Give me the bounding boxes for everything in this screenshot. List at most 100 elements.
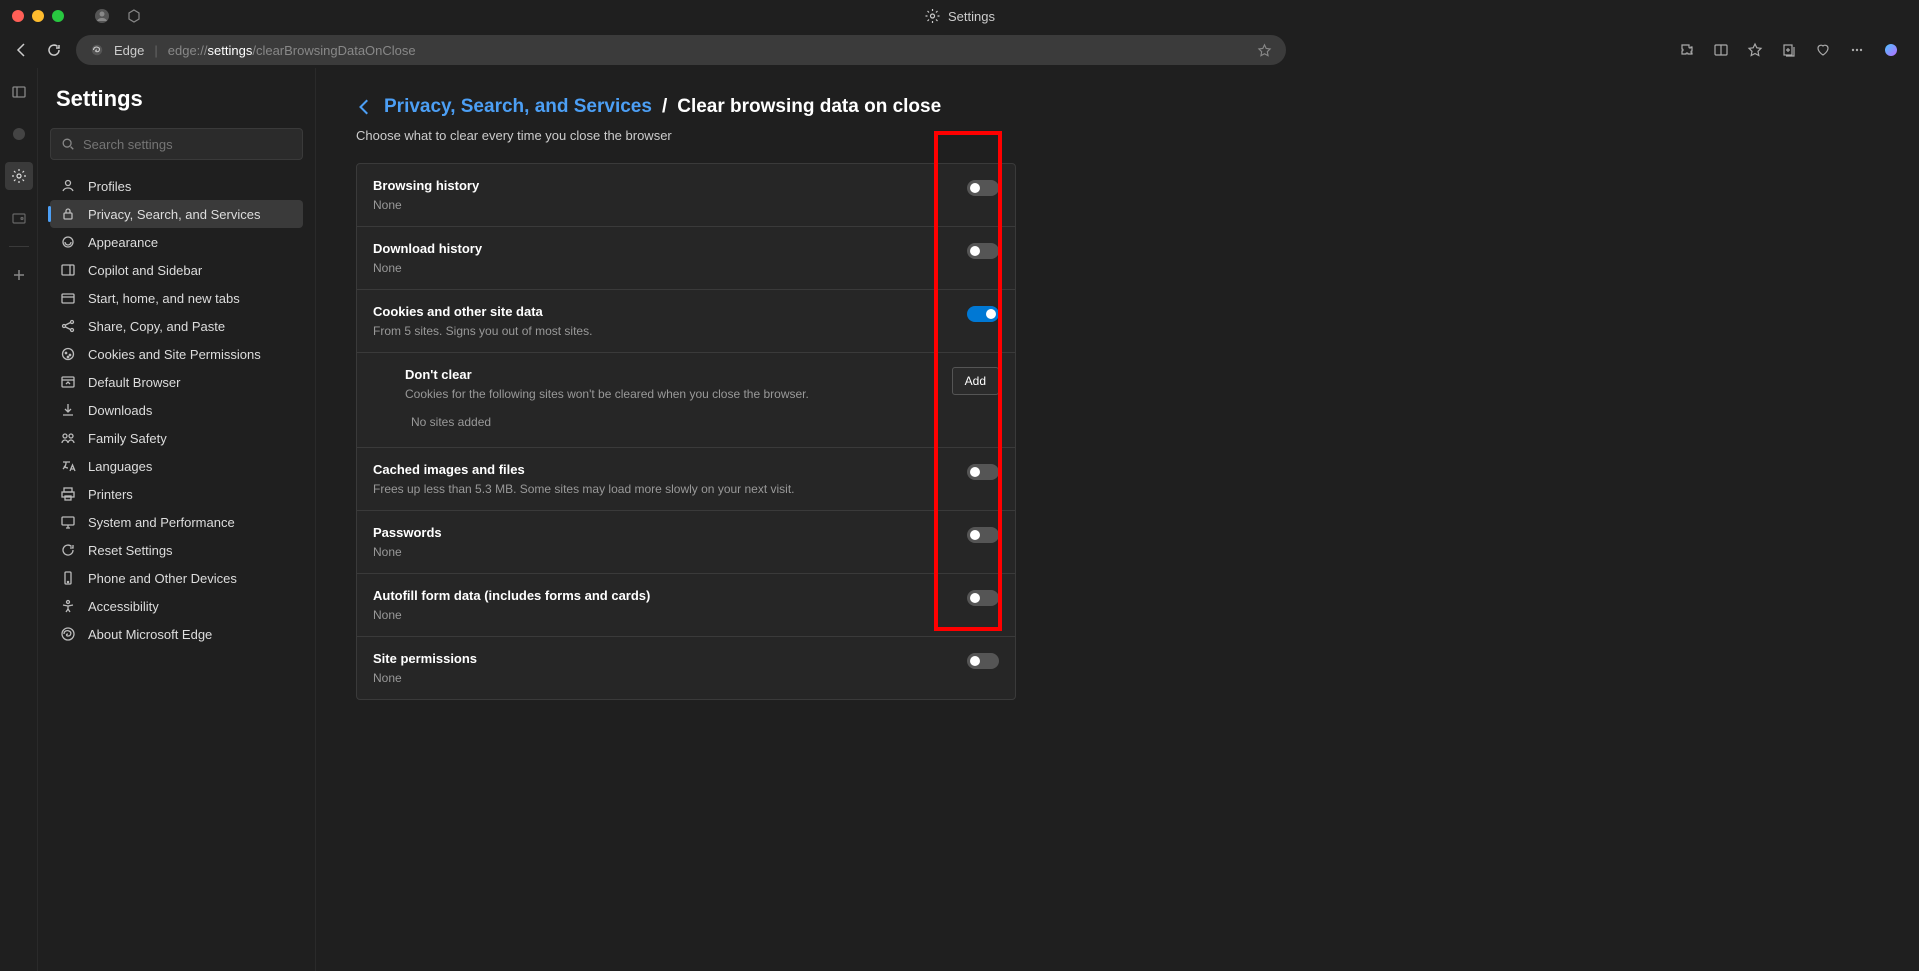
rail-settings-icon[interactable] (5, 162, 33, 190)
rail-wallet-icon[interactable] (5, 204, 33, 232)
split-screen-icon[interactable] (1713, 42, 1729, 58)
tabs-icon (60, 290, 76, 306)
main-content: Privacy, Search, and Services / Clear br… (316, 68, 1919, 971)
address-bar[interactable]: Edge | edge://settings/clearBrowsingData… (76, 35, 1286, 65)
sidebar-item-label: Family Safety (88, 431, 167, 446)
sidebar-item-languages[interactable]: Languages (50, 452, 303, 480)
addressbar-divider: | (154, 43, 157, 58)
copilot-icon[interactable] (1883, 42, 1899, 58)
sidebar-item-label: Cookies and Site Permissions (88, 347, 261, 362)
toggle-browsing-history[interactable] (967, 180, 999, 196)
setting-title: Autofill form data (includes forms and c… (373, 588, 967, 603)
breadcrumb-link[interactable]: Privacy, Search, and Services (384, 96, 652, 118)
page-subtitle: Choose what to clear every time you clos… (356, 128, 1879, 143)
sidebar-item-downloads[interactable]: Downloads (50, 396, 303, 424)
addressbar-product: Edge (114, 43, 144, 58)
rail-edge-icon[interactable] (5, 120, 33, 148)
profile-icon (60, 178, 76, 194)
addressbar-url: edge://settings/clearBrowsingDataOnClose (168, 43, 416, 58)
sidebar-item-system-and-performance[interactable]: System and Performance (50, 508, 303, 536)
workspace-icon[interactable] (126, 8, 142, 24)
favorites-icon[interactable] (1747, 42, 1763, 58)
breadcrumb: Privacy, Search, and Services / Clear br… (356, 96, 1879, 118)
minimize-window-button[interactable] (32, 10, 44, 22)
search-settings-field[interactable] (83, 137, 292, 152)
tab-title-text: Settings (948, 9, 995, 24)
setting-desc: None (373, 671, 967, 685)
language-icon (60, 458, 76, 474)
setting-row-passwords: PasswordsNone (357, 511, 1015, 574)
setting-title: Cached images and files (373, 462, 967, 477)
setting-desc: None (373, 608, 967, 622)
family-icon (60, 430, 76, 446)
setting-title: Cookies and other site data (373, 304, 967, 319)
toggle-cached-images-and-files[interactable] (967, 464, 999, 480)
search-icon (61, 137, 75, 151)
more-menu-icon[interactable] (1849, 42, 1865, 58)
settings-list: Browsing historyNoneDownload historyNone… (356, 163, 1016, 700)
back-button[interactable] (12, 40, 32, 60)
toggle-download-history[interactable] (967, 243, 999, 259)
rail-add-icon[interactable] (5, 261, 33, 289)
sidebar-item-appearance[interactable]: Appearance (50, 228, 303, 256)
sidebar-item-printers[interactable]: Printers (50, 480, 303, 508)
download-icon (60, 402, 76, 418)
user-avatar-icon[interactable] (94, 8, 110, 24)
search-settings-input[interactable] (50, 128, 303, 160)
sidebar-item-family-safety[interactable]: Family Safety (50, 424, 303, 452)
setting-row-download-history: Download historyNone (357, 227, 1015, 290)
sidebar-item-about-microsoft-edge[interactable]: About Microsoft Edge (50, 620, 303, 648)
reset-icon (60, 542, 76, 558)
sidebar-item-label: Privacy, Search, and Services (88, 207, 260, 222)
setting-row-autofill-form-data-includes-forms-and-cards-: Autofill form data (includes forms and c… (357, 574, 1015, 637)
add-button[interactable]: Add (952, 367, 999, 395)
sidebar-item-share-copy-and-paste[interactable]: Share, Copy, and Paste (50, 312, 303, 340)
sidebar-item-label: Default Browser (88, 375, 180, 390)
dont-clear-title: Don't clear (405, 367, 952, 382)
sidebar-item-phone-and-other-devices[interactable]: Phone and Other Devices (50, 564, 303, 592)
settings-sidebar: Settings ProfilesPrivacy, Search, and Se… (38, 68, 316, 971)
refresh-button[interactable] (44, 40, 64, 60)
sidebar-item-label: Profiles (88, 179, 131, 194)
browser-essentials-icon[interactable] (1815, 42, 1831, 58)
sidebar-item-label: System and Performance (88, 515, 235, 530)
sidebar-item-copilot-and-sidebar[interactable]: Copilot and Sidebar (50, 256, 303, 284)
cookies-icon (60, 346, 76, 362)
close-window-button[interactable] (12, 10, 24, 22)
dont-clear-subsection: Don't clearCookies for the following sit… (357, 353, 1015, 448)
setting-desc: Frees up less than 5.3 MB. Some sites ma… (373, 482, 967, 496)
setting-desc: None (373, 198, 967, 212)
edge-logo-icon (90, 43, 104, 57)
rail-tabs-icon[interactable] (5, 78, 33, 106)
sidebar-item-label: Accessibility (88, 599, 159, 614)
vertical-rail (0, 68, 38, 971)
setting-row-cached-images-and-files: Cached images and files Frees up less tha… (357, 448, 1015, 511)
sidebar-item-label: Printers (88, 487, 133, 502)
setting-row-browsing-history: Browsing historyNone (357, 164, 1015, 227)
sidebar-item-default-browser[interactable]: Default Browser (50, 368, 303, 396)
toggle-autofill-form-data-includes-forms-and-cards-[interactable] (967, 590, 999, 606)
toggle-site-permissions[interactable] (967, 653, 999, 669)
titlebar: Settings (0, 0, 1919, 32)
sidebar-item-label: Share, Copy, and Paste (88, 319, 225, 334)
sidebar-item-accessibility[interactable]: Accessibility (50, 592, 303, 620)
collections-icon[interactable] (1781, 42, 1797, 58)
toggle-passwords[interactable] (967, 527, 999, 543)
breadcrumb-back-icon[interactable] (356, 98, 374, 116)
phone-icon (60, 570, 76, 586)
sidebar-item-profiles[interactable]: Profiles (50, 172, 303, 200)
setting-row-cookies-and-other-site-data: Cookies and other site dataFrom 5 sites.… (357, 290, 1015, 353)
sidebar-item-privacy-search-and-services[interactable]: Privacy, Search, and Services (50, 200, 303, 228)
sidebar-item-start-home-and-new-tabs[interactable]: Start, home, and new tabs (50, 284, 303, 312)
sidebar-item-cookies-and-site-permissions[interactable]: Cookies and Site Permissions (50, 340, 303, 368)
sidebar-item-label: Start, home, and new tabs (88, 291, 240, 306)
traffic-lights (0, 10, 64, 22)
accessibility-icon (60, 598, 76, 614)
favorite-star-icon[interactable] (1257, 43, 1272, 58)
sidebar-item-label: Downloads (88, 403, 152, 418)
extensions-icon[interactable] (1679, 42, 1695, 58)
printer-icon (60, 486, 76, 502)
maximize-window-button[interactable] (52, 10, 64, 22)
sidebar-item-reset-settings[interactable]: Reset Settings (50, 536, 303, 564)
toggle-cookies-and-other-site-data[interactable] (967, 306, 999, 322)
